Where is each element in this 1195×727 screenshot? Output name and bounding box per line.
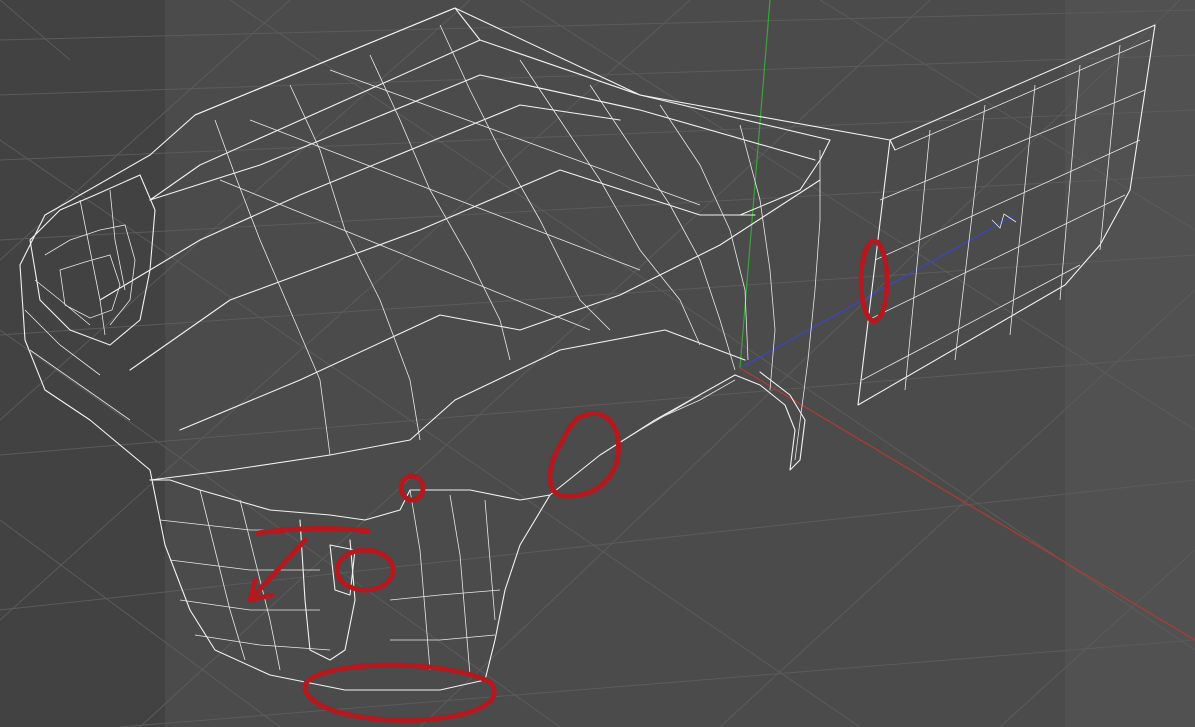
viewport-left-shade (0, 0, 165, 727)
viewport-right-shade (1065, 0, 1195, 727)
viewport-canvas[interactable] (0, 0, 1195, 727)
3d-viewport[interactable] (0, 0, 1195, 727)
